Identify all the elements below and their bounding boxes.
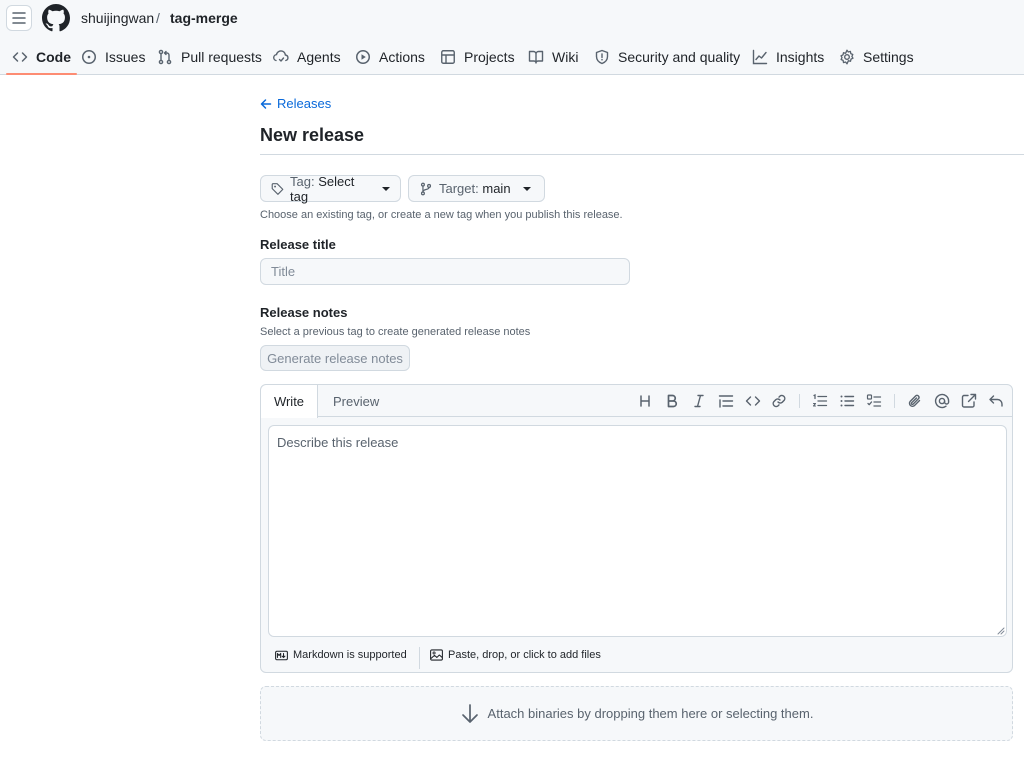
tab-security[interactable]: Security and quality bbox=[594, 38, 740, 75]
add-files-button[interactable]: Paste, drop, or click to add files bbox=[430, 649, 601, 661]
tab-label: Actions bbox=[379, 48, 425, 65]
agents-icon bbox=[273, 49, 289, 62]
target-value: main bbox=[482, 181, 511, 196]
link-icon[interactable] bbox=[771, 393, 787, 409]
book-icon bbox=[528, 50, 544, 64]
editor-header: Write Preview bbox=[261, 385, 1012, 418]
mention-icon[interactable] bbox=[934, 393, 950, 409]
target-prefix: Target: bbox=[439, 181, 479, 196]
attach-icon[interactable] bbox=[907, 393, 923, 409]
tab-write[interactable]: Write bbox=[261, 385, 318, 418]
tab-pull-requests[interactable]: Pull requests bbox=[157, 38, 262, 75]
tab-label: Code bbox=[36, 48, 71, 65]
tab-label: Pull requests bbox=[181, 48, 262, 65]
add-files-label: Paste, drop, or click to add files bbox=[448, 649, 601, 661]
markdown-supported-link[interactable]: Markdown is supported bbox=[275, 649, 407, 661]
footer-divider bbox=[419, 647, 420, 669]
ordered-list-icon[interactable] bbox=[812, 393, 828, 409]
tab-label: Projects bbox=[464, 48, 515, 65]
task-list-icon[interactable] bbox=[866, 393, 882, 409]
tab-actions[interactable]: Actions bbox=[355, 38, 425, 75]
reference-icon[interactable] bbox=[961, 393, 977, 409]
caret-down-icon bbox=[382, 186, 390, 191]
tab-wiki[interactable]: Wiki bbox=[528, 38, 578, 75]
divider bbox=[260, 154, 1024, 155]
repo-name-link[interactable]: tag-merge bbox=[170, 10, 238, 26]
markdown-label: Markdown is supported bbox=[293, 649, 407, 661]
tab-code[interactable]: Code bbox=[6, 38, 77, 75]
table-icon bbox=[441, 49, 455, 64]
release-title-label: Release title bbox=[260, 237, 336, 252]
caret-down-icon bbox=[522, 186, 531, 191]
back-link-label: Releases bbox=[277, 96, 332, 111]
markdown-editor: Write Preview Markdown is supported Past… bbox=[260, 384, 1013, 673]
target-select-button[interactable]: Target: main bbox=[408, 175, 545, 202]
code-icon[interactable] bbox=[745, 393, 761, 409]
arrow-down-icon bbox=[461, 703, 478, 723]
tab-label: Insights bbox=[776, 48, 825, 65]
tab-label: Security and quality bbox=[618, 48, 741, 65]
release-title-input[interactable] bbox=[260, 258, 630, 285]
tab-label: Wiki bbox=[552, 48, 579, 65]
back-to-releases-link[interactable]: Releases bbox=[260, 96, 331, 111]
code-icon bbox=[12, 51, 28, 62]
github-logo-icon[interactable] bbox=[42, 4, 70, 32]
markdown-icon bbox=[275, 650, 288, 660]
tag-prefix: Tag: bbox=[290, 173, 315, 189]
tab-preview[interactable]: Preview bbox=[333, 385, 379, 418]
toolbar-divider bbox=[799, 394, 800, 408]
tab-label: Issues bbox=[105, 48, 146, 65]
tag-hint: Choose an existing tag, or create a new … bbox=[260, 209, 623, 221]
play-icon bbox=[356, 49, 370, 64]
italic-icon[interactable] bbox=[691, 393, 707, 409]
pull-request-icon bbox=[158, 49, 172, 64]
binaries-dropzone[interactable]: Attach binaries by dropping them here or… bbox=[260, 686, 1013, 741]
image-icon bbox=[430, 649, 443, 661]
tab-label: Agents bbox=[297, 48, 341, 65]
heading-icon[interactable] bbox=[637, 393, 653, 409]
unordered-list-icon[interactable] bbox=[839, 393, 855, 409]
tab-settings[interactable]: Settings bbox=[839, 38, 914, 75]
repo-owner-link[interactable]: shuijingwan bbox=[81, 10, 154, 26]
tab-projects[interactable]: Projects bbox=[440, 38, 515, 75]
shield-icon bbox=[595, 49, 609, 64]
release-notes-textarea[interactable] bbox=[268, 425, 1007, 637]
page-title: New release bbox=[260, 125, 365, 145]
tab-issues[interactable]: Issues bbox=[81, 38, 145, 75]
editor-footer: Markdown is supported Paste, drop, or cl… bbox=[261, 643, 1012, 673]
menu-button[interactable] bbox=[6, 5, 32, 31]
breadcrumb-separator: / bbox=[156, 10, 160, 26]
tag-select-button[interactable]: Tag: Select tag bbox=[260, 173, 401, 204]
graph-icon bbox=[752, 49, 768, 64]
generate-release-notes-button[interactable]: Generate release notes bbox=[260, 345, 410, 371]
release-notes-label: Release notes bbox=[260, 305, 348, 320]
branch-icon bbox=[420, 182, 432, 195]
tab-label: Settings bbox=[863, 48, 914, 65]
tab-insights[interactable]: Insights bbox=[752, 38, 824, 75]
hamburger-icon bbox=[12, 12, 26, 24]
issue-icon bbox=[82, 49, 96, 64]
tab-agents[interactable]: Agents bbox=[273, 38, 341, 75]
gear-icon bbox=[840, 49, 854, 64]
quote-icon[interactable] bbox=[718, 393, 734, 409]
bold-icon[interactable] bbox=[664, 393, 680, 409]
arrow-left-icon bbox=[260, 98, 272, 109]
release-notes-hint: Select a previous tag to create generate… bbox=[260, 326, 531, 338]
dropzone-label: Attach binaries by dropping them here or… bbox=[487, 706, 814, 721]
undo-icon[interactable] bbox=[988, 393, 1004, 409]
repo-nav: Code Issues Pull requests Agents Actions… bbox=[0, 38, 1024, 75]
repo-header: shuijingwan / tag-merge Code Issues Pull… bbox=[0, 0, 1024, 75]
tag-icon bbox=[271, 182, 284, 195]
toolbar-divider bbox=[894, 394, 895, 408]
resize-handle-icon[interactable] bbox=[995, 625, 1005, 635]
